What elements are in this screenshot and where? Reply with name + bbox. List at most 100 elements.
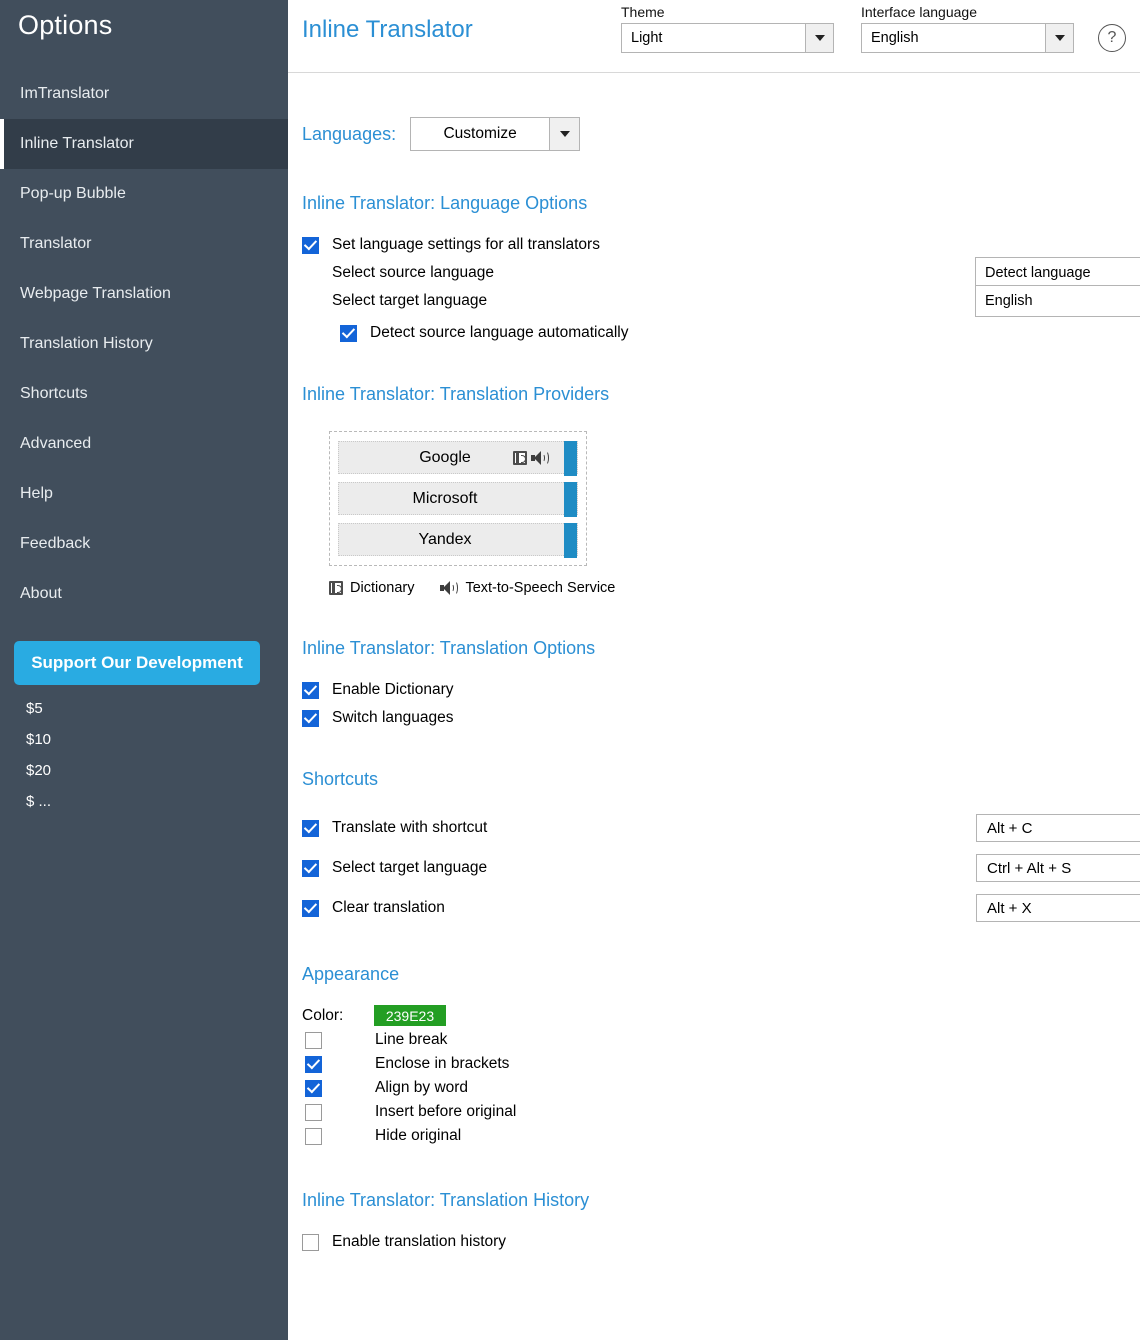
sidebar-item-label: About [20, 585, 62, 602]
section-title-translation-history: Inline Translator: Translation History [302, 1190, 590, 1210]
provider-yandex[interactable]: Yandex [338, 523, 578, 558]
chevron-down-icon[interactable] [805, 24, 833, 52]
sidebar-nav: ImTranslator Inline Translator Pop-up Bu… [0, 69, 288, 619]
sidebar-item-inline-translator[interactable]: Inline Translator [0, 119, 288, 169]
appearance-checkbox-list: Line break Enclose in brackets Align by … [302, 1028, 1140, 1148]
donation-amount-5[interactable]: $5 [26, 693, 288, 724]
speaker-icon [440, 581, 459, 595]
sidebar-item-help[interactable]: Help [0, 469, 288, 519]
sidebar-item-pop-up-bubble[interactable]: Pop-up Bubble [0, 169, 288, 219]
auto-detect-row[interactable]: Detect source language automatically [340, 324, 1140, 342]
target-language-row: Select target language English [302, 285, 1140, 317]
donation-amount-10[interactable]: $10 [26, 724, 288, 755]
interface-language-select[interactable]: English [861, 23, 1074, 53]
section-title-appearance: Appearance [302, 964, 400, 984]
legend-tts: Text-to-Speech Service [440, 580, 615, 596]
theme-field: Theme Light [621, 4, 834, 53]
sidebar-item-label: Translator [20, 235, 92, 252]
shortcut-target-language-input[interactable]: Ctrl + Alt + S [976, 854, 1140, 882]
align-by-word-row[interactable]: Align by word [302, 1076, 1140, 1100]
donation-amount-custom[interactable]: $ ... [26, 786, 288, 817]
shortcut-clear-translation-row: Clear translation Alt + X [302, 894, 1140, 922]
enclose-in-brackets-checkbox[interactable] [305, 1055, 322, 1073]
provider-name: Microsoft [412, 489, 478, 507]
auto-detect-checkbox[interactable] [340, 324, 357, 342]
interface-language-field: Interface language English [861, 4, 1074, 53]
sidebar-item-webpage-translation[interactable]: Webpage Translation [0, 269, 288, 319]
switch-languages-label: Switch languages [332, 709, 454, 726]
shortcut-translate-input[interactable]: Alt + C ✕ [976, 814, 1140, 842]
sidebar-item-translator[interactable]: Translator [0, 219, 288, 269]
theme-label: Theme [621, 4, 665, 20]
insert-before-original-checkbox[interactable] [305, 1103, 322, 1121]
target-language-value: English [985, 293, 1033, 309]
shortcut-target-language-row: Select target language Ctrl + Alt + S [302, 854, 1140, 882]
target-language-select[interactable]: English [975, 285, 1140, 317]
provider-drag-handle[interactable] [564, 482, 577, 517]
sidebar-item-about[interactable]: About [0, 569, 288, 619]
sidebar-item-label: ImTranslator [20, 85, 110, 102]
donation-amount-20[interactable]: $20 [26, 755, 288, 786]
switch-languages-row[interactable]: Switch languages [302, 709, 1140, 727]
chevron-down-icon[interactable] [549, 118, 580, 150]
sidebar-item-imtranslator[interactable]: ImTranslator [0, 69, 288, 119]
sidebar-item-feedback[interactable]: Feedback [0, 519, 288, 569]
sidebar-item-shortcuts[interactable]: Shortcuts [0, 369, 288, 419]
support-our-development-button[interactable]: Support Our Development [14, 641, 260, 685]
switch-languages-checkbox[interactable] [302, 709, 319, 727]
language-options-group: Set language settings for all translator… [302, 236, 1140, 342]
align-by-word-checkbox[interactable] [305, 1079, 322, 1097]
help-icon[interactable]: ? [1098, 24, 1126, 52]
provider-google[interactable]: Google [338, 441, 578, 476]
source-language-value: Detect language [985, 265, 1091, 281]
provider-microsoft[interactable]: Microsoft [338, 482, 578, 517]
insert-before-original-row[interactable]: Insert before original [302, 1100, 1140, 1124]
theme-select[interactable]: Light [621, 23, 834, 53]
sidebar-item-label: Translation History [20, 335, 153, 352]
providers-legend: Dictionary Text-to-Speech Service [329, 580, 1140, 596]
enable-dictionary-row[interactable]: Enable Dictionary [302, 681, 1140, 699]
sidebar-item-translation-history[interactable]: Translation History [0, 319, 288, 369]
auto-detect-label: Detect source language automatically [370, 324, 629, 341]
top-bar: Inline Translator Theme Light Interface … [288, 0, 1140, 73]
shortcut-target-language-checkbox[interactable] [302, 859, 319, 877]
enable-translation-history-checkbox[interactable] [302, 1233, 319, 1251]
set-language-for-all-label: Set language settings for all translator… [332, 236, 600, 253]
shortcut-translate-label: Translate with shortcut [332, 819, 488, 836]
set-language-for-all-checkbox[interactable] [302, 236, 319, 254]
sidebar-item-label: Inline Translator [20, 135, 134, 152]
main-content: Inline Translator Theme Light Interface … [288, 0, 1140, 1340]
hide-original-row[interactable]: Hide original [302, 1124, 1140, 1148]
shortcut-translate-checkbox[interactable] [302, 819, 319, 837]
sidebar-title: Options [18, 10, 113, 40]
enable-dictionary-label: Enable Dictionary [332, 681, 454, 698]
speaker-icon [531, 450, 549, 465]
provider-drag-handle[interactable] [564, 441, 577, 476]
shortcut-translate-row: Translate with shortcut Alt + C ✕ [302, 814, 1140, 842]
shortcut-clear-translation-value: Alt + X [987, 899, 1032, 917]
sidebar-item-label: Pop-up Bubble [20, 185, 126, 202]
providers-list: Google Microsoft Yandex [329, 431, 587, 566]
hide-original-checkbox[interactable] [305, 1127, 322, 1145]
customize-languages-select[interactable]: Customize [410, 117, 581, 151]
color-swatch[interactable]: 239E23 [374, 1005, 446, 1026]
chevron-down-icon[interactable] [1045, 24, 1073, 52]
color-label: Color: [302, 1006, 344, 1024]
line-break-row[interactable]: Line break [302, 1028, 1140, 1052]
shortcut-clear-translation-label: Clear translation [332, 899, 445, 916]
enable-dictionary-checkbox[interactable] [302, 681, 319, 699]
shortcut-clear-translation-input[interactable]: Alt + X [976, 894, 1140, 922]
shortcut-clear-translation-checkbox[interactable] [302, 899, 319, 917]
enclose-in-brackets-row[interactable]: Enclose in brackets [302, 1052, 1140, 1076]
interface-language-label: Interface language [861, 4, 977, 20]
sidebar-item-advanced[interactable]: Advanced [0, 419, 288, 469]
sidebar-item-label: Help [20, 485, 53, 502]
section-title-shortcuts: Shortcuts [302, 769, 379, 789]
line-break-checkbox[interactable] [305, 1031, 322, 1049]
source-language-label: Select source language [332, 264, 495, 281]
donation-list: $5 $10 $20 $ ... [0, 693, 288, 817]
languages-label: Languages: [302, 123, 397, 144]
enable-translation-history-row[interactable]: Enable translation history [302, 1233, 1140, 1251]
provider-drag-handle[interactable] [564, 523, 577, 558]
set-language-for-all-row[interactable]: Set language settings for all translator… [302, 236, 1140, 254]
